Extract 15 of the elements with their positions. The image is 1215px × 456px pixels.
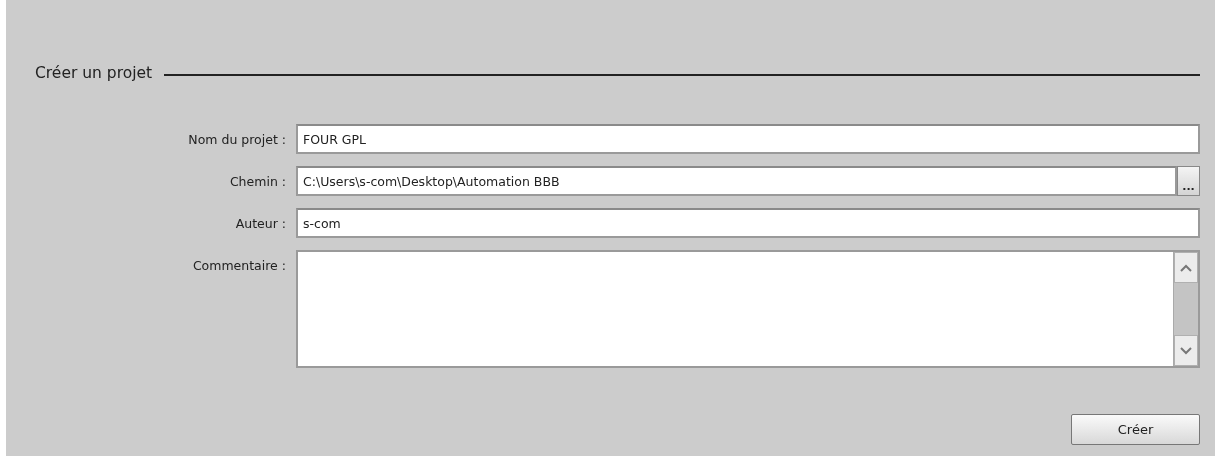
- field-label: Commentaire :: [192, 257, 286, 275]
- scroll-up-button[interactable]: [1174, 252, 1198, 283]
- chevron-up-icon: [1180, 263, 1192, 272]
- chevron-down-icon: [1180, 346, 1192, 355]
- text-field[interactable]: FOUR GPL: [296, 124, 1200, 154]
- section-title: Créer un projet: [35, 64, 153, 82]
- field-label: Nom du projet :: [188, 131, 286, 149]
- text-field[interactable]: s-com: [296, 208, 1200, 238]
- path-field[interactable]: C:\Users\s-com\Desktop\Automation BBB: [296, 166, 1177, 196]
- create-button[interactable]: Créer: [1071, 414, 1200, 445]
- field-label: Auteur :: [235, 215, 286, 233]
- field-label: Chemin :: [229, 173, 286, 191]
- scroll-down-button[interactable]: [1174, 335, 1198, 366]
- browse-button[interactable]: ...: [1177, 166, 1200, 196]
- comment-field[interactable]: [296, 250, 1200, 368]
